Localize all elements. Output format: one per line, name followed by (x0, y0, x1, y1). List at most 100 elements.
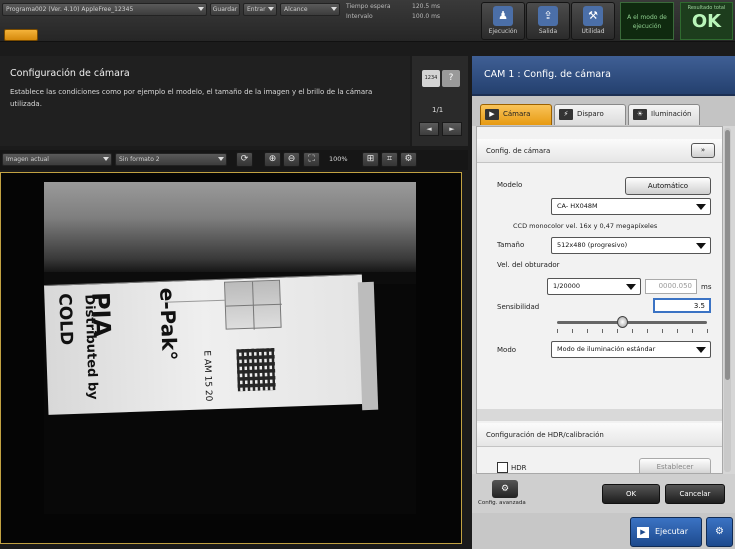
lighting-icon: ☀ (633, 109, 647, 120)
input-select[interactable]: Entrar (243, 3, 277, 16)
shutter-ms-unit: ms (701, 283, 712, 291)
run-button[interactable]: ▶ Ejecutar (630, 517, 702, 547)
carton: COLD Distributed by PIA e-Pak° E AM 15 2… (44, 273, 367, 415)
settings-form: Config. de cámara » Modelo Automático CA… (476, 126, 723, 474)
shutter-label: Vel. del obturador (497, 261, 560, 269)
slider-handle[interactable] (616, 316, 628, 328)
sensitivity-slider[interactable] (557, 316, 707, 328)
mode-label: Modo (497, 346, 517, 354)
trigger-icon: ⚡ (559, 109, 573, 120)
interval-value: 100.0 ms (412, 13, 441, 20)
expand-section-button[interactable]: » (691, 143, 715, 158)
run-mode-label: A el modo de ejecución (627, 14, 667, 30)
sensitivity-input[interactable]: 3.5 (653, 298, 711, 313)
slider-tick (632, 329, 633, 333)
scope-select-value: Alcance (284, 6, 308, 13)
mode-select[interactable]: Modo de iluminación estándar (551, 341, 711, 358)
numeric-input-icon[interactable]: 1234 (422, 70, 440, 87)
chevron-down-icon (626, 284, 636, 290)
model-select-value: CA- HX048M (557, 202, 598, 210)
size-select[interactable]: 512x480 (progresivo) (551, 237, 711, 254)
chevron-down-icon (331, 7, 337, 11)
zoom-out-icon[interactable]: ⊖ (283, 152, 300, 167)
camera-image: COLD Distributed by PIA e-Pak° E AM 15 2… (44, 182, 416, 514)
scrollbar-thumb[interactable] (725, 130, 730, 380)
panel-title: CAM 1 : Config. de cámara (484, 69, 611, 80)
play-icon: ▶ (637, 527, 649, 538)
save-program-label: Guardar (212, 6, 238, 13)
carton-text: PIA (86, 291, 116, 338)
image-source-select[interactable]: Imagen actual (2, 153, 112, 166)
model-select[interactable]: CA- HX048M (551, 198, 711, 215)
ok-button[interactable]: OK (602, 484, 660, 504)
carton-text: e-Pak° (155, 287, 182, 361)
grid-icon[interactable]: ⊞ (362, 152, 379, 167)
tab-trigger[interactable]: ⚡ Disparo (554, 104, 626, 125)
help-panel: 1234 ? 1/1 ◄ ► (412, 56, 468, 146)
cancel-button[interactable]: Cancelar (665, 484, 725, 504)
carton-window (223, 279, 282, 330)
run-bar: ▶ Ejecutar ⚙ (472, 513, 735, 549)
help-icon[interactable]: ? (442, 70, 460, 87)
model-label: Modelo (497, 181, 523, 189)
run-options-button[interactable]: ⚙ (706, 517, 733, 547)
image-source-value: Imagen actual (6, 156, 49, 163)
auto-detect-button[interactable]: Automático (625, 177, 711, 195)
fit-screen-icon[interactable]: ⛶ (303, 152, 320, 167)
settings-icon[interactable]: ⚙ (400, 152, 417, 167)
section-hdr: Configuración de HDR/calibración (477, 423, 722, 447)
execution-button[interactable]: ♟ Ejecución (481, 2, 525, 40)
camera-image-view[interactable]: COLD Distributed by PIA e-Pak° E AM 15 2… (0, 172, 462, 544)
model-description: CCD monocolor vel. 16x y 0,47 megapíxele… (513, 222, 658, 230)
refresh-icon[interactable]: ⟳ (236, 152, 253, 167)
page-description: Establece las condiciones como por ejemp… (10, 88, 373, 108)
program-select[interactable]: Programa002 (Ver. 4.10) AppleFree_12345 (2, 3, 207, 16)
shutter-ms-input[interactable]: 0000.050 (645, 279, 697, 294)
chevron-down-icon (696, 347, 706, 353)
advanced-settings-button[interactable]: ⚙ (492, 480, 518, 498)
description-panel: Configuración de cámara Establece las co… (0, 56, 410, 146)
utility-label: Utilidad (581, 28, 605, 35)
total-status-value: OK (691, 11, 722, 32)
input-select-value: Entrar (247, 6, 266, 13)
section-hdr-title: Configuración de HDR/calibración (486, 431, 604, 439)
camera-icon: ▶ (485, 109, 499, 120)
next-page-button[interactable]: ► (442, 122, 462, 136)
page-title: Configuración de cámara (10, 68, 130, 79)
export-icon: ⇪ (538, 6, 558, 26)
run-mode-button[interactable]: A el modo de ejecución (620, 2, 674, 40)
crop-icon[interactable]: ⌗ (381, 152, 398, 167)
chevron-down-icon (103, 157, 109, 161)
zoom-in-icon[interactable]: ⊕ (264, 152, 281, 167)
prev-page-button[interactable]: ◄ (419, 122, 439, 136)
slider-tick (617, 329, 618, 333)
tab-bar: ▶ Cámara ⚡ Disparo ☀ Iluminación (472, 96, 735, 126)
utility-button[interactable]: ⚒ Utilidad (571, 2, 615, 40)
zoom-level: 100% (329, 155, 348, 163)
form-scrollbar[interactable] (724, 128, 731, 472)
datamatrix-code (236, 347, 276, 392)
slider-tick (647, 329, 648, 333)
output-button[interactable]: ⇪ Salida (526, 2, 570, 40)
section-camera-settings: Config. de cámara (477, 139, 722, 163)
set-button[interactable]: Establecer (639, 458, 711, 473)
tab-lighting[interactable]: ☀ Iluminación (628, 104, 700, 125)
image-toolbar: Imagen actual Sin formato 2 ⟳ ⊕ ⊖ ⛶ 100%… (0, 150, 468, 170)
interval-label: Intervalo (346, 13, 373, 20)
scene-tab[interactable] (4, 29, 38, 41)
hdr-checkbox[interactable] (497, 462, 508, 473)
wrench-icon: ⚙ (500, 484, 510, 494)
tab-camera[interactable]: ▶ Cámara (480, 104, 552, 125)
conveyor-rail (44, 182, 416, 272)
tab-camera-label: Cámara (503, 110, 531, 118)
section-camera-title: Config. de cámara (486, 147, 551, 155)
chevron-down-icon (696, 243, 706, 249)
format-select[interactable]: Sin formato 2 (115, 153, 227, 166)
tab-trigger-label: Disparo (577, 110, 604, 118)
shutter-select[interactable]: 1/20000 (547, 278, 641, 295)
scope-select[interactable]: Alcance (280, 3, 340, 16)
slider-tick (662, 329, 663, 333)
save-program-button[interactable]: Guardar (210, 3, 240, 16)
advanced-settings-label: Config. avanzada (478, 500, 526, 506)
chevron-down-icon (218, 157, 224, 161)
